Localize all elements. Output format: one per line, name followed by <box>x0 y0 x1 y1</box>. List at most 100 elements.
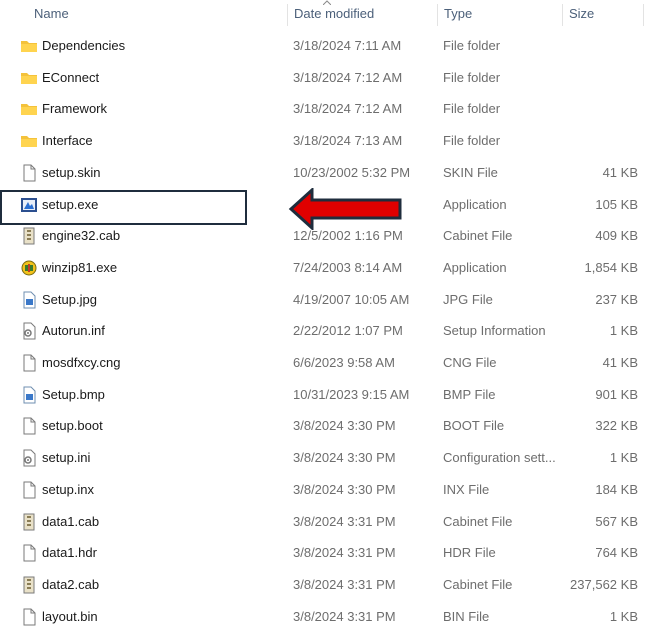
file-type: BOOT File <box>443 418 505 434</box>
file-row[interactable]: setup.ini 3/8/2024 3:30 PM Configuration s… <box>0 442 665 474</box>
file-name: EConnect <box>42 69 100 85</box>
file-type: File folder <box>443 69 501 85</box>
file-size: 105 KB <box>595 196 638 212</box>
file-type: Configuration sett... <box>443 450 556 466</box>
file-row[interactable]: setup.inx 3/8/2024 3:30 PM INX File 184 KB <box>0 474 665 506</box>
red-arrow-icon <box>288 188 402 230</box>
file-date-modified: 3/8/2024 3:31 PM <box>293 513 396 529</box>
file-date-modified: 7/24/2003 8:14 AM <box>293 259 403 275</box>
file-type: Application <box>443 196 507 212</box>
file-row[interactable]: Framework 3/18/2024 7:12 AM File folder <box>0 93 665 125</box>
file-name: Setup.bmp <box>42 386 105 402</box>
cabinet-icon <box>20 513 38 531</box>
file-icon <box>20 354 38 372</box>
file-size: 322 KB <box>595 418 638 434</box>
file-date-modified: 3/18/2024 7:12 AM <box>293 101 403 117</box>
file-name: winzip81.exe <box>42 259 118 275</box>
file-size: 764 KB <box>595 545 638 561</box>
column-header-type[interactable]: Type <box>438 0 562 28</box>
file-size: 901 KB <box>595 386 638 402</box>
file-icon <box>20 608 38 626</box>
file-date-modified: 3/18/2024 7:11 AM <box>293 38 402 53</box>
file-row[interactable]: Setup.jpg 4/19/2007 10:05 AM JPG File 237 K… <box>0 284 665 316</box>
file-type: HDR File <box>443 545 496 561</box>
highlight-box <box>0 190 247 225</box>
file-type: Cabinet File <box>443 576 513 592</box>
file-icon <box>20 164 38 182</box>
file-size: 567 KB <box>595 513 638 529</box>
file-name: layout.bin <box>42 608 98 624</box>
file-row[interactable]: setup.boot 3/8/2024 3:30 PM BOOT File 322 K… <box>0 410 665 442</box>
file-size <box>563 93 638 125</box>
file-row[interactable]: Dependencies 3/18/2024 7:11 AM File folder <box>0 30 665 62</box>
file-row[interactable]: data1.hdr 3/8/2024 3:31 PM HDR File 764 KB <box>0 537 665 569</box>
file-date-modified: 10/23/2002 5:32 PM <box>293 164 411 180</box>
settings-file-icon <box>20 322 38 340</box>
file-name: setup.ini <box>42 450 91 466</box>
file-date-modified: 3/8/2024 3:31 PM <box>293 576 396 592</box>
file-date-modified: 10/31/2023 9:15 AM <box>293 386 410 402</box>
cabinet-icon <box>20 576 38 594</box>
file-row[interactable]: layout.bin 3/8/2024 3:31 PM BIN File 1 KB <box>0 601 665 633</box>
file-row[interactable]: Setup.bmp 10/31/2023 9:15 AM BMP File 901 K… <box>0 379 665 411</box>
file-size: 41 KB <box>602 355 638 370</box>
file-date-modified: 3/8/2024 3:30 PM <box>293 450 396 466</box>
column-header-date-modified[interactable]: Date modified <box>288 0 436 28</box>
folder-icon <box>20 37 38 55</box>
file-type: File folder <box>443 101 501 117</box>
cabinet-icon <box>20 227 38 245</box>
file-size: 409 KB <box>595 228 638 244</box>
file-size: 237 KB <box>595 291 638 307</box>
file-date-modified: 2/22/2012 1:07 PM <box>293 323 403 339</box>
file-size: 1 KB <box>609 323 638 339</box>
file-date-modified: 3/18/2024 7:12 AM <box>293 69 403 85</box>
file-row[interactable]: setup.skin 10/23/2002 5:32 PM SKIN File 41 … <box>0 157 665 189</box>
file-date-modified: 3/8/2024 3:31 PM <box>293 608 396 624</box>
file-name: mosdfxcy.cng <box>42 355 121 370</box>
file-type: Cabinet File <box>443 228 513 244</box>
file-name: setup.inx <box>42 481 95 497</box>
image-file-icon <box>20 386 38 404</box>
file-date-modified: 6/6/2023 9:58 AM <box>293 355 395 370</box>
file-name: data2.cab <box>42 576 100 592</box>
file-type: Cabinet File <box>443 513 513 529</box>
file-type: Setup Information <box>443 323 546 339</box>
file-type: File folder <box>443 38 501 53</box>
file-row[interactable]: winzip81.exe 7/24/2003 8:14 AM Application… <box>0 252 665 284</box>
file-name: data1.cab <box>42 513 100 529</box>
file-icon <box>20 544 38 562</box>
file-date-modified: 4/19/2007 10:05 AM <box>293 291 410 307</box>
file-size <box>563 62 638 94</box>
file-date-modified: 3/8/2024 3:31 PM <box>293 545 396 561</box>
column-divider[interactable] <box>643 4 644 26</box>
image-file-icon <box>20 291 38 309</box>
file-type: BIN File <box>443 608 490 624</box>
file-row[interactable]: Interface 3/18/2024 7:13 AM File folder <box>0 125 665 157</box>
file-row[interactable]: mosdfxcy.cng 6/6/2023 9:58 AM CNG File 41 K… <box>0 347 665 379</box>
file-date-modified: 3/8/2024 3:30 PM <box>293 418 396 434</box>
file-type: Application <box>443 259 507 275</box>
file-name: Dependencies <box>42 38 126 53</box>
winzip-icon <box>20 259 38 277</box>
column-header-size[interactable]: Size <box>563 0 643 28</box>
file-name: data1.hdr <box>42 545 97 561</box>
file-size: 1 KB <box>609 608 638 624</box>
file-row[interactable]: EConnect 3/18/2024 7:12 AM File folder <box>0 62 665 94</box>
file-row[interactable]: Autorun.inf 2/22/2012 1:07 PM Setup Inform… <box>0 315 665 347</box>
file-icon <box>20 481 38 499</box>
folder-icon <box>20 132 38 150</box>
file-name: Interface <box>42 133 93 149</box>
folder-icon <box>20 69 38 87</box>
file-date-modified: 3/8/2024 3:30 PM <box>293 481 396 497</box>
file-name: Framework <box>42 101 108 117</box>
file-size: 1 KB <box>609 450 638 466</box>
file-size <box>563 125 638 157</box>
folder-icon <box>20 100 38 118</box>
file-name: setup.skin <box>42 164 101 180</box>
file-type: SKIN File <box>443 164 498 180</box>
column-header-name[interactable]: Name <box>28 0 286 28</box>
file-size: 237,562 KB <box>570 576 638 592</box>
file-row[interactable]: data1.cab 3/8/2024 3:31 PM Cabinet File 567… <box>0 506 665 538</box>
file-row[interactable]: data2.cab 3/8/2024 3:31 PM Cabinet File 237… <box>0 569 665 601</box>
file-size: 41 KB <box>602 164 638 180</box>
